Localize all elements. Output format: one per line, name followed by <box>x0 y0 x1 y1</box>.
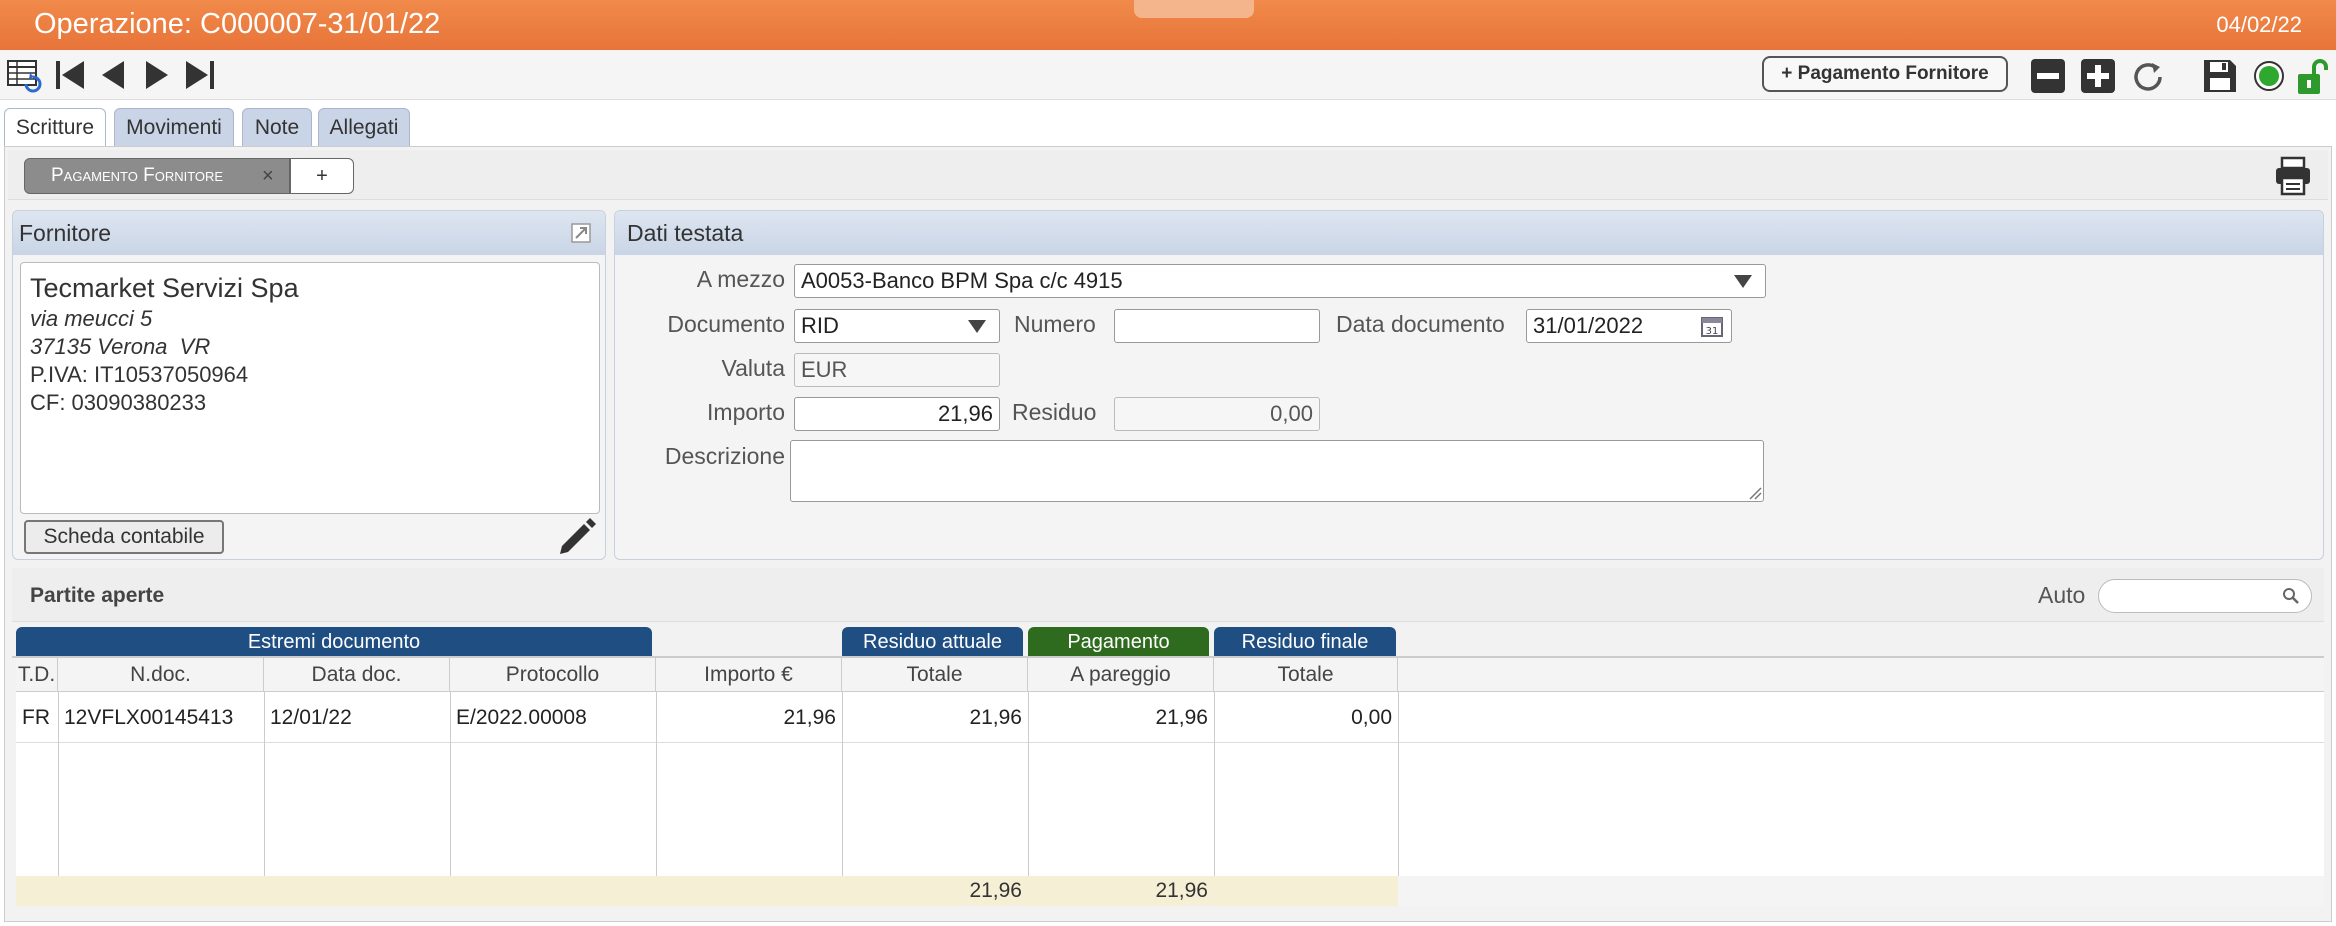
importo-input[interactable]: 21,96 <box>794 397 1000 431</box>
column-header-a-pareggio[interactable]: A pareggio <box>1028 658 1214 692</box>
a-mezzo-label: A mezzo <box>696 266 785 292</box>
status-green-icon <box>2252 58 2286 99</box>
cell-protocollo: E/2022.00008 <box>456 706 587 729</box>
total-a-pareggio: 21,96 <box>1155 879 1208 902</box>
valuta-input: EUR <box>794 353 1000 387</box>
supplier-cf: CF: 03090380233 <box>30 390 207 415</box>
add-supplier-payment-button[interactable]: + Pagamento Fornitore <box>1762 56 2008 92</box>
pencil-icon[interactable] <box>556 516 598 563</box>
open-items-header <box>12 568 2324 622</box>
supplier-vat: P.IVA: IT10537050964 <box>30 362 249 387</box>
data-documento-label: Data documento <box>1336 311 1505 337</box>
ledger-button[interactable]: Scheda contabile <box>24 520 224 554</box>
chevron-down-icon[interactable] <box>1734 275 1752 288</box>
totals-filler <box>1398 876 2324 906</box>
cell-residuo-finale: 0,00 <box>1351 706 1392 729</box>
total-residuo-attuale: 21,96 <box>969 879 1022 902</box>
group-residuo-attuale: Residuo attuale <box>842 627 1023 657</box>
column-header-filler <box>1398 658 2324 692</box>
add-document-tab-button[interactable]: + <box>290 158 354 194</box>
previous-record-icon[interactable] <box>98 58 128 97</box>
edit-link-icon[interactable] <box>570 222 592 249</box>
tab-allegati[interactable]: Allegati <box>318 108 410 146</box>
document-tab-pagamento-fornitore[interactable]: Pagamento Fornitore <box>24 158 290 194</box>
cell-a-pareggio[interactable]: 21,96 <box>1028 696 1214 740</box>
descrizione-textarea[interactable] <box>790 440 1764 502</box>
minus-icon[interactable] <box>2030 58 2066 99</box>
document-tab-bar <box>8 150 2328 200</box>
search-icon[interactable] <box>2282 587 2300 610</box>
cell-importo: 21,96 <box>783 706 836 729</box>
header-data-title: Dati testata <box>615 211 2323 255</box>
next-record-icon[interactable] <box>142 58 172 97</box>
cell-residuo-totale: 21,96 <box>969 706 1022 729</box>
tab-note[interactable]: Note <box>242 108 312 146</box>
column-header-ndoc[interactable]: N.doc. <box>58 658 264 692</box>
resize-handle-icon[interactable] <box>1748 486 1762 505</box>
toolbar: + Pagamento Fornitore <box>0 50 2336 100</box>
unlock-icon[interactable] <box>2296 58 2328 101</box>
supplier-street: via meucci 5 <box>30 306 153 331</box>
numero-label: Numero <box>1014 311 1096 337</box>
window-title: Operazione: C000007-31/01/22 <box>34 8 441 40</box>
tab-scritture[interactable]: Scritture <box>4 108 106 148</box>
cell-data-doc: 12/01/22 <box>270 706 352 729</box>
supplier-panel-title: Fornitore <box>13 211 605 255</box>
auto-label: Auto <box>2038 582 2086 608</box>
residuo-label: Residuo <box>1012 399 1097 425</box>
supplier-city: 37135 Verona VR <box>30 334 211 359</box>
column-header-residuo-finale[interactable]: Totale <box>1214 658 1398 692</box>
documento-label: Documento <box>667 311 785 337</box>
title-date: 04/02/22 <box>2216 12 2302 37</box>
column-header-data-doc[interactable]: Data doc. <box>264 658 450 692</box>
cell-ndoc: 12VFLX00145413 <box>64 706 234 729</box>
refresh-icon[interactable] <box>2130 58 2168 101</box>
svg-text:31: 31 <box>1706 326 1719 337</box>
group-pagamento: Pagamento <box>1028 627 1209 657</box>
supplier-name: Tecmarket Servizi Spa <box>30 273 299 303</box>
auto-search-input[interactable] <box>2098 579 2312 613</box>
calendar-icon[interactable]: 31 <box>1700 314 1724 343</box>
column-header-residuo-totale[interactable]: Totale <box>842 658 1028 692</box>
supplier-address-box: Tecmarket Servizi Spa via meucci 5 37135… <box>20 262 600 514</box>
valuta-label: Valuta <box>721 355 785 381</box>
first-record-icon[interactable] <box>54 58 86 97</box>
print-icon[interactable] <box>2274 156 2312 201</box>
column-header-td[interactable]: T.D. <box>16 658 58 692</box>
descrizione-label: Descrizione <box>664 443 785 469</box>
save-icon[interactable] <box>2202 58 2238 99</box>
table-refresh-icon[interactable] <box>6 58 42 99</box>
chevron-down-icon[interactable] <box>968 320 986 333</box>
close-icon[interactable]: × <box>262 165 274 188</box>
row-divider <box>16 742 2324 743</box>
grid-line <box>1398 692 1399 906</box>
window-grip[interactable] <box>1134 0 1254 18</box>
last-record-icon[interactable] <box>184 58 216 97</box>
residuo-input: 0,00 <box>1114 397 1320 431</box>
column-header-protocollo[interactable]: Protocollo <box>450 658 656 692</box>
cell-td: FR <box>22 706 50 729</box>
a-mezzo-select[interactable]: A0053-Banco BPM Spa c/c 4915 <box>794 264 1766 298</box>
group-residuo-finale: Residuo finale <box>1214 627 1396 657</box>
importo-label: Importo <box>707 399 785 425</box>
plus-icon[interactable] <box>2080 58 2116 99</box>
group-estremi-documento: Estremi documento <box>16 627 652 657</box>
column-header-importo[interactable]: Importo € <box>656 658 842 692</box>
numero-input[interactable] <box>1114 309 1320 343</box>
tab-movimenti[interactable]: Movimenti <box>114 108 234 146</box>
open-items-title: Partite aperte <box>30 584 165 607</box>
